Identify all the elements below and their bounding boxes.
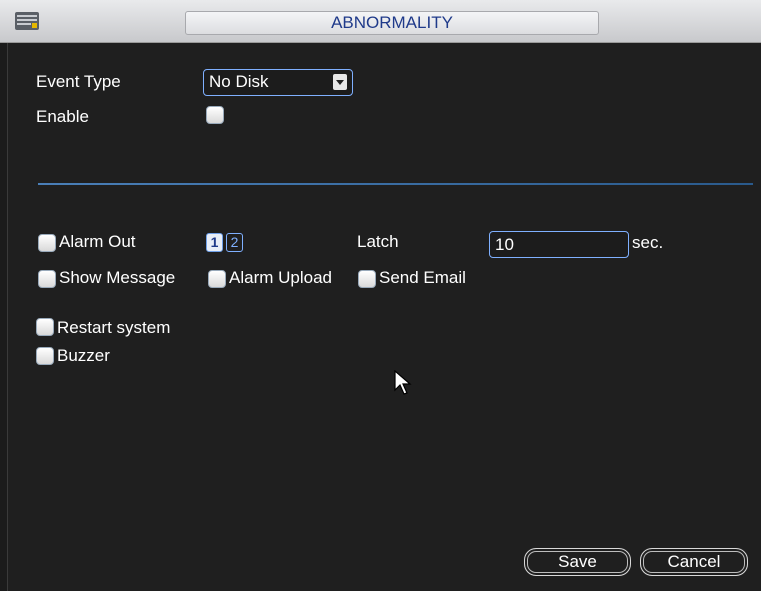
save-button[interactable]: Save (524, 548, 631, 576)
event-type-value: No Disk (209, 72, 269, 91)
restart-system-label: Restart system (57, 318, 171, 337)
alarm-out-label: Alarm Out (59, 232, 136, 251)
abnormality-window: ABNORMALITY Event Type No Disk Enable Al… (0, 0, 761, 591)
cancel-button[interactable]: Cancel (640, 548, 748, 576)
latch-label: Latch (357, 232, 399, 251)
show-message-label: Show Message (59, 268, 176, 287)
event-type-dropdown[interactable]: No Disk (203, 69, 353, 96)
send-email-label: Send Email (379, 268, 466, 287)
alarm-upload-checkbox[interactable] (208, 270, 226, 288)
alarm-out-checkbox[interactable] (38, 234, 56, 252)
title-bar: ABNORMALITY (0, 0, 761, 43)
window-menu-icon[interactable] (14, 10, 40, 32)
enable-label: Enable (36, 107, 89, 126)
enable-checkbox[interactable] (206, 106, 224, 124)
mouse-pointer-icon (394, 370, 412, 395)
buzzer-checkbox[interactable] (36, 347, 54, 365)
send-email-checkbox[interactable] (358, 270, 376, 288)
chevron-down-icon[interactable] (333, 74, 347, 90)
alarm-out-channel-2[interactable]: 2 (226, 233, 243, 252)
window-title: ABNORMALITY (185, 11, 599, 35)
alarm-upload-label: Alarm Upload (229, 268, 332, 287)
restart-system-checkbox[interactable] (36, 318, 54, 336)
section-divider (38, 183, 753, 185)
alarm-out-channel-1[interactable]: 1 (206, 233, 223, 252)
settings-panel (7, 43, 761, 591)
latch-value: 10 (495, 235, 514, 254)
event-type-label: Event Type (36, 72, 121, 91)
show-message-checkbox[interactable] (38, 270, 56, 288)
latch-unit: sec. (632, 233, 664, 252)
latch-input[interactable]: 10 (489, 231, 629, 258)
buzzer-label: Buzzer (57, 346, 110, 365)
